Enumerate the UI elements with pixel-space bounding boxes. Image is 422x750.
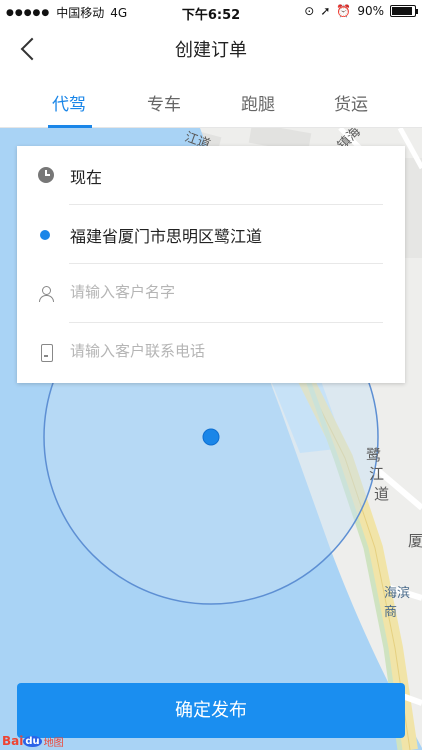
status-bar: ●●●●● 中国移动 4G 下午6:52 ⊙ ➚ ⏰ 90% [0,0,422,24]
customer-phone-input[interactable] [70,342,370,360]
nav-bar: 创建订单 [0,24,422,72]
tab-paotui[interactable]: 跑腿 [241,90,275,115]
service-tabs: 代驾 专车 跑腿 货运 [0,72,422,128]
order-form-card: 现在 福建省厦门市思明区鹭江道 [17,146,405,383]
customer-name-input[interactable] [70,283,370,301]
map-label-xia: 厦 [408,532,422,550]
map-label-dao: 道 [374,485,390,503]
phone-icon [38,344,54,362]
logo-bai: Bai [2,734,24,748]
battery-percent: 90% [357,4,384,18]
baidu-map-logo: Bai du 地图 [2,733,64,749]
page-title: 创建订单 [175,40,247,61]
logo-du: du [23,735,42,747]
address-row[interactable]: 福建省厦门市思明区鹭江道 [17,205,405,264]
time-row[interactable]: 现在 [17,146,405,205]
battery-icon [390,5,418,17]
clock-icon [38,167,54,183]
rotation-lock-icon: ⊙ [304,4,315,18]
alarm-icon: ⏰ [336,4,352,18]
confirm-publish-button[interactable]: 确定发布 [17,683,405,738]
map-label-jiang: 江 [369,465,385,483]
logo-ditu: 地图 [43,737,64,749]
map-label-lu: 鹭 [366,446,382,464]
customer-name-row [17,264,405,323]
battery-fill [392,7,412,15]
address-value: 福建省厦门市思明区鹭江道 [70,227,263,246]
tab-daijia[interactable]: 代驾 [52,90,86,115]
location-arrow-icon: ➚ [320,4,331,18]
tab-zhuanche[interactable]: 专车 [147,90,181,115]
customer-phone-row [17,323,405,382]
person-icon [38,285,54,302]
tab-huoyun[interactable]: 货运 [334,90,368,115]
location-dot-icon [40,230,50,240]
map-label-haibin: 海滨商 [384,586,411,620]
time-value: 现在 [70,168,103,187]
